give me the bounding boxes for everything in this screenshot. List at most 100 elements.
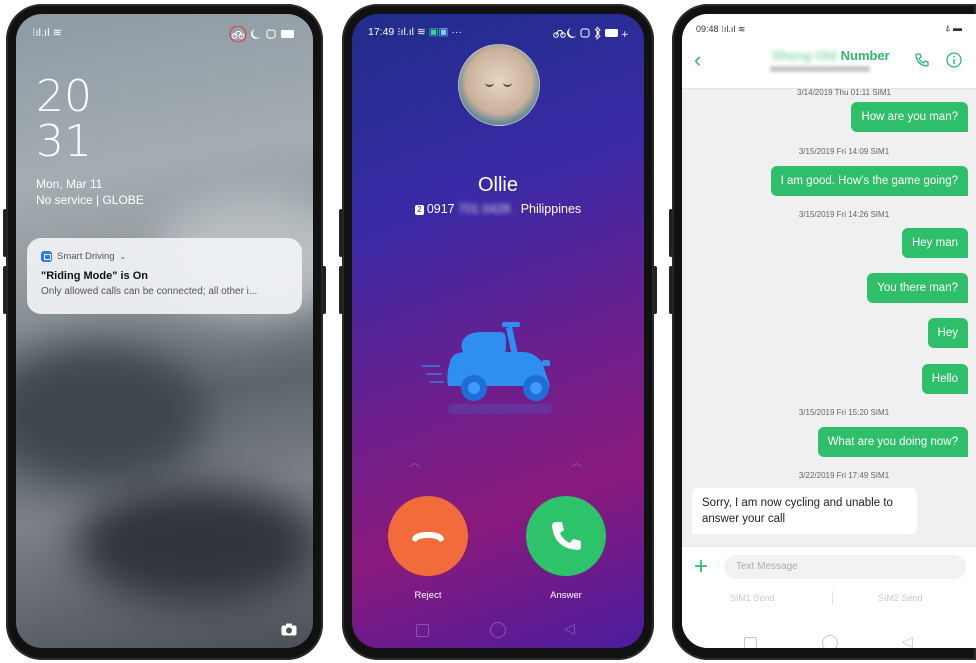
status-icons-right: + xyxy=(552,26,629,43)
divider xyxy=(832,591,833,605)
recents-button[interactable] xyxy=(416,624,429,637)
sent-message-bubble[interactable]: Hey xyxy=(927,318,968,348)
signal-icon: ⁝ıl.ıl ≋ xyxy=(32,27,62,39)
app-notification-icons: ▣ xyxy=(428,26,439,38)
volume-button xyxy=(669,209,673,257)
sent-message-bubble[interactable]: What are you doing now? xyxy=(817,427,968,457)
status-icons-right xyxy=(225,25,297,45)
caller-number-hidden: 701 0428 xyxy=(458,202,511,216)
sim-badge-icon: 2 xyxy=(414,205,424,215)
sent-message-bubble[interactable]: You there man? xyxy=(867,273,968,303)
sent-message-bubble[interactable]: Hello xyxy=(921,364,968,394)
phone-incoming-call: 17:49 ⁝ıl.ıl ≋ ▣▣ ··· + Ollie 2 0917 701… xyxy=(339,4,657,660)
notification-app-row: Smart Driving ⌄ xyxy=(41,251,126,262)
smart-driving-notification[interactable]: Smart Driving ⌄ "Riding Mode" is On Only… xyxy=(27,238,302,314)
swipe-up-chevron-icon: ︿ xyxy=(571,457,582,469)
message-timestamp: 3/15/2019 Fri 14:26 SIM1 xyxy=(798,210,890,219)
caller-number-prefix: 0917 xyxy=(426,202,455,216)
status-icons-svg: + xyxy=(553,26,629,41)
camera-icon[interactable] xyxy=(281,623,297,636)
power-button xyxy=(322,266,326,314)
caller-avatar xyxy=(458,44,540,126)
lock-clock: 20 31 xyxy=(36,74,92,164)
sim1-send-button[interactable]: SIM1 Send xyxy=(730,593,775,603)
sent-message-bubble[interactable]: How are you man? xyxy=(851,102,968,132)
call-screen: 17:49 ⁝ıl.ıl ≋ ▣▣ ··· + Ollie 2 0917 701… xyxy=(352,14,644,648)
swipe-up-chevron-icon: ︿ xyxy=(409,457,420,469)
message-timestamp: 3/15/2019 Fri 15:20 SIM1 xyxy=(798,408,890,417)
sim2-send-button[interactable]: SIM2 Send xyxy=(878,593,923,603)
caller-number-row: 2 0917 701 0428 Philippines xyxy=(352,202,644,216)
lockscreen-screen: ⁝ıl.ıl ≋ 20 31 Mon, Mar 11 No service | … xyxy=(16,14,313,648)
answer-label: Answer xyxy=(550,590,582,601)
status-bar: ⁝ıl.ıl ≋ xyxy=(32,25,297,45)
lock-date-block: Mon, Mar 11 No service | GLOBE xyxy=(36,176,144,208)
back-button[interactable]: ◁ xyxy=(564,620,575,637)
reject-label: Reject xyxy=(414,590,442,601)
nav-bar: ◁ xyxy=(682,627,976,648)
volume-button-2 xyxy=(339,266,343,314)
camera-icon-svg xyxy=(281,623,297,636)
nav-bar: ◁ xyxy=(352,614,644,648)
status-icons-svg xyxy=(229,25,294,43)
lock-network: No service | GLOBE xyxy=(36,193,144,207)
notification-title: "Riding Mode" is On xyxy=(41,270,148,282)
wallpaper-shape xyxy=(16,344,206,484)
messages-screen: 09:48 ⁝ıl.ıl ≋ ⍋ ▬ ‹ Sheng Old Number 3/… xyxy=(682,14,976,648)
status-left: 17:49 ⁝ıl.ıl ≋ ▣▣ ··· xyxy=(368,26,462,38)
auto-reply-bubble[interactable]: Sorry, I am now cycling and unable to an… xyxy=(692,488,917,534)
status-time: 09:48 xyxy=(696,24,719,34)
caller-name: Ollie xyxy=(477,174,518,196)
app-notification-icons-2: ▣ xyxy=(438,26,449,38)
phone-icon-svg xyxy=(915,53,929,67)
lock-date: Mon, Mar 11 xyxy=(36,177,103,191)
car-app-icon xyxy=(41,251,52,262)
reject-call-button[interactable] xyxy=(388,496,468,576)
sent-message-bubble[interactable]: Hey man xyxy=(901,228,968,258)
notification-body: Only allowed calls can be connected; all… xyxy=(41,286,258,297)
volume-button xyxy=(3,209,7,257)
home-button[interactable] xyxy=(822,635,838,648)
volume-button-2 xyxy=(3,266,7,314)
phone-messages: 09:48 ⁝ıl.ıl ≋ ⍋ ▬ ‹ Sheng Old Number 3/… xyxy=(669,4,976,660)
text-message-input[interactable]: Text Message xyxy=(724,555,966,579)
signal-icon: ⁝ıl.ıl ≋ xyxy=(721,24,746,34)
signal-icon: ⁝ıl.ıl ≋ xyxy=(397,26,426,38)
home-button[interactable] xyxy=(490,622,506,638)
svg-text:+: + xyxy=(621,30,628,40)
message-timestamp: 3/14/2019 Thu 01:11 SIM1 xyxy=(797,88,891,97)
contact-title-text: Number xyxy=(840,48,890,63)
volume-button xyxy=(339,209,343,257)
info-icon[interactable] xyxy=(946,52,962,73)
wallpaper-shape xyxy=(76,484,313,604)
recents-button[interactable] xyxy=(744,637,757,648)
chevron-down-icon: ⌄ xyxy=(119,252,127,261)
status-time: 17:49 xyxy=(368,26,395,38)
status-bar: 17:49 ⁝ıl.ıl ≋ ▣▣ ··· + xyxy=(368,26,629,43)
back-arrow-icon[interactable]: ‹ xyxy=(694,49,701,71)
add-attachment-icon[interactable]: + xyxy=(694,555,708,579)
phone-icon[interactable] xyxy=(914,52,930,73)
phone-lockscreen: ⁝ıl.ıl ≋ 20 31 Mon, Mar 11 No service | … xyxy=(3,4,326,660)
phone-icon xyxy=(552,522,581,550)
answer-call-button[interactable] xyxy=(526,496,606,576)
clock-hour: 20 xyxy=(36,71,92,122)
avatar-eye xyxy=(503,81,512,87)
contact-number-hidden xyxy=(770,66,870,72)
caller-location: Philippines xyxy=(520,202,582,216)
battery-icon: ⍋ ▬ xyxy=(945,23,962,33)
conversation-header: 09:48 ⁝ıl.ıl ≋ ⍋ ▬ ‹ Sheng Old Number xyxy=(682,14,976,89)
contact-title-hidden: Sheng Old xyxy=(772,48,837,63)
clock-minute: 31 xyxy=(36,116,92,167)
volume-button-2 xyxy=(669,266,673,314)
back-button[interactable]: ◁ xyxy=(902,633,913,648)
message-timestamp: 3/15/2019 Fri 14:09 SIM1 xyxy=(798,147,890,156)
scooter-icon xyxy=(422,322,552,414)
hang-up-icon xyxy=(412,532,444,542)
info-icon-svg xyxy=(946,52,962,68)
sent-message-bubble[interactable]: I am good. How's the game going? xyxy=(770,166,968,196)
message-timestamp: 3/22/2019 Fri 17:49 SIM1 xyxy=(798,471,890,480)
status-left: 09:48 ⁝ıl.ıl ≋ xyxy=(696,24,745,35)
avatar-eye xyxy=(485,81,494,87)
contact-title: Sheng Old Number xyxy=(772,48,890,63)
